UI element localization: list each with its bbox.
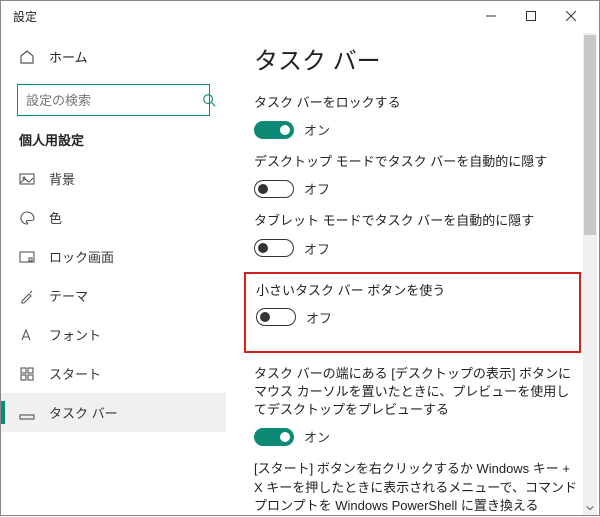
content-pane: タスク バー タスク バーをロックするオンデスクトップ モードでタスク バーを自… — [226, 31, 599, 517]
sidebar-item-label: テーマ — [49, 286, 88, 305]
toggle-state-label: オン — [304, 427, 330, 446]
sidebar-item-label: フォント — [49, 325, 101, 344]
sidebar-item-label: ロック画面 — [49, 247, 114, 266]
sidebar-item-label: 背景 — [49, 169, 75, 188]
toggle-switch[interactable] — [254, 180, 294, 198]
setting-label: タスク バーをロックする — [254, 94, 581, 112]
scrollbar-thumb[interactable] — [584, 35, 596, 235]
sidebar-item-fonts[interactable]: フォント — [1, 315, 226, 354]
toggle-state-label: オン — [304, 120, 330, 139]
sidebar-item-colors[interactable]: 色 — [1, 198, 226, 237]
sidebar-item-label: タスク バー — [49, 403, 118, 422]
sidebar: ホーム 個人用設定 背景 色 ロック画面 テーマ フォント スター — [1, 31, 226, 517]
setting-label: デスクトップ モードでタスク バーを自動的に隠す — [254, 153, 581, 171]
picture-icon — [19, 171, 35, 187]
sidebar-item-themes[interactable]: テーマ — [1, 276, 226, 315]
sidebar-item-label: 色 — [49, 208, 62, 227]
close-button[interactable] — [551, 1, 591, 31]
sidebar-item-lockscreen[interactable]: ロック画面 — [1, 237, 226, 276]
titlebar: 設定 — [1, 1, 599, 31]
toggle-state-label: オフ — [304, 179, 330, 198]
toggle-switch[interactable] — [256, 308, 296, 326]
home-button[interactable]: ホーム — [1, 39, 226, 74]
toggle-state-label: オフ — [304, 239, 330, 258]
search-box[interactable] — [17, 84, 210, 116]
lockscreen-icon — [19, 249, 35, 265]
palette-icon — [19, 210, 35, 226]
toggle-state-label: オフ — [306, 308, 332, 327]
scrollbar-down-icon[interactable] — [583, 501, 597, 515]
setting-label: [スタート] ボタンを右クリックするか Windows キー + X キーを押し… — [254, 460, 581, 515]
setting-label: タブレット モードでタスク バーを自動的に隠す — [254, 212, 581, 230]
home-label: ホーム — [49, 47, 88, 66]
minimize-button[interactable] — [471, 1, 511, 31]
sidebar-item-taskbar[interactable]: タスク バー — [1, 393, 226, 432]
scrollbar[interactable] — [583, 33, 597, 515]
setting-label: 小さいタスク バー ボタンを使う — [256, 282, 569, 300]
category-header: 個人用設定 — [1, 130, 226, 159]
theme-icon — [19, 288, 35, 304]
toggle-switch[interactable] — [254, 239, 294, 257]
setting-label: タスク バーの端にある [デスクトップの表示] ボタンにマウス カーソルを置いた… — [254, 365, 581, 420]
sidebar-item-label: スタート — [49, 364, 101, 383]
home-icon — [19, 49, 35, 65]
taskbar-icon — [19, 405, 35, 421]
search-input[interactable] — [26, 93, 202, 108]
sidebar-item-background[interactable]: 背景 — [1, 159, 226, 198]
toggle-switch[interactable] — [254, 428, 294, 446]
window-title: 設定 — [9, 8, 471, 25]
font-icon — [19, 327, 35, 343]
page-title: タスク バー — [254, 41, 581, 76]
maximize-button[interactable] — [511, 1, 551, 31]
search-icon — [202, 93, 216, 107]
start-icon — [19, 366, 35, 382]
sidebar-item-start[interactable]: スタート — [1, 354, 226, 393]
highlight-box: 小さいタスク バー ボタンを使うオフ — [244, 272, 581, 353]
toggle-switch[interactable] — [254, 121, 294, 139]
